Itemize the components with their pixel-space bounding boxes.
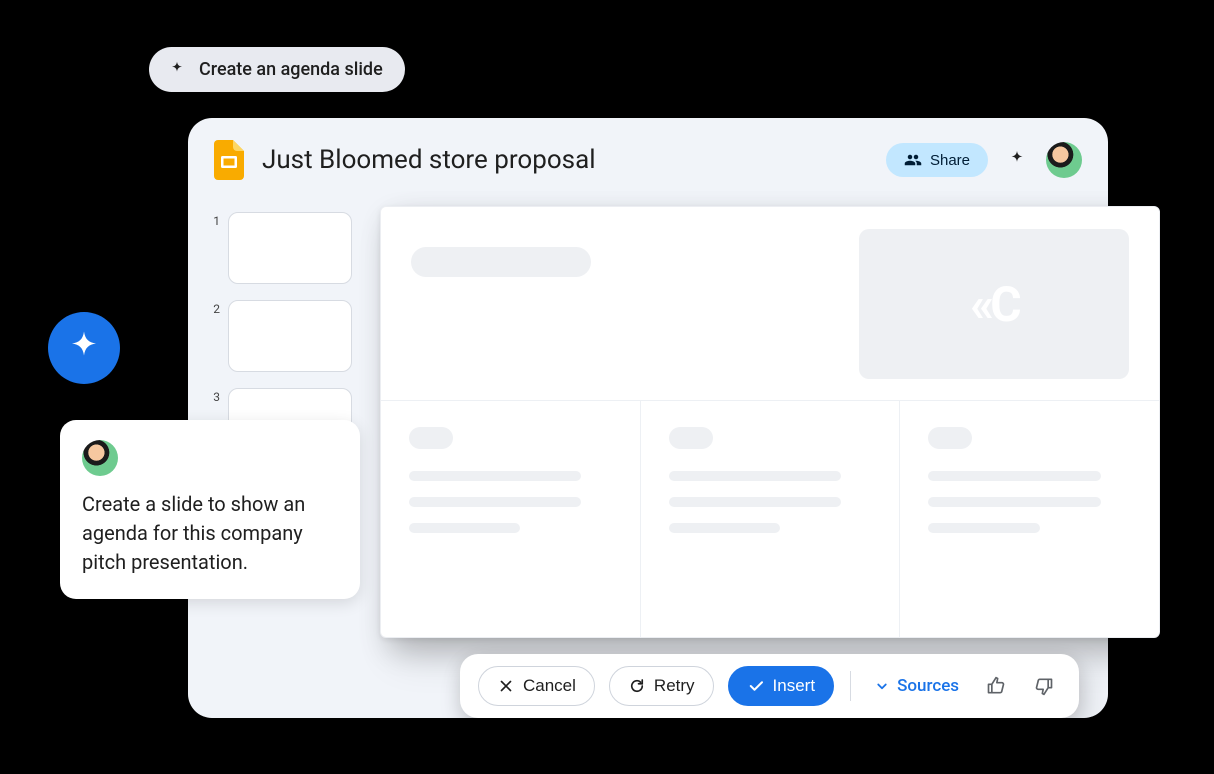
slide-thumbnail[interactable] xyxy=(228,212,352,284)
suggestion-label: Create an agenda slide xyxy=(199,59,383,80)
gemini-sparkle-icon[interactable] xyxy=(1006,149,1028,171)
user-avatar[interactable] xyxy=(1046,142,1082,178)
app-header: Just Bloomed store proposal Share xyxy=(214,140,1082,180)
retry-button[interactable]: Retry xyxy=(609,666,714,706)
suggestion-chip[interactable]: Create an agenda slide xyxy=(149,47,405,92)
placeholder-line xyxy=(669,497,841,507)
placeholder-heading xyxy=(669,427,713,449)
placeholder-title xyxy=(411,247,591,277)
thumb-number: 1 xyxy=(210,212,220,228)
placeholder-line xyxy=(669,471,841,481)
slide-header-area: «C xyxy=(381,207,1159,401)
placeholder-line xyxy=(928,523,1039,533)
placeholder-line xyxy=(928,497,1100,507)
sources-dropdown[interactable]: Sources xyxy=(867,676,965,696)
slide-column xyxy=(900,401,1159,638)
generated-slide-preview: «C xyxy=(380,206,1160,638)
prompt-card: Create a slide to show an agenda for thi… xyxy=(60,420,360,599)
insert-button[interactable]: Insert xyxy=(728,666,835,706)
placeholder-line xyxy=(409,497,581,507)
thumbs-down-icon xyxy=(1034,676,1054,696)
cancel-label: Cancel xyxy=(523,676,576,696)
placeholder-line xyxy=(409,471,581,481)
placeholder-image: «C xyxy=(859,229,1129,379)
thumbs-down-button[interactable] xyxy=(1027,669,1061,703)
share-label: Share xyxy=(930,152,970,169)
thumb-number: 2 xyxy=(210,300,220,316)
placeholder-heading xyxy=(928,427,972,449)
sparkle-icon xyxy=(167,60,187,80)
retry-label: Retry xyxy=(654,676,695,696)
separator xyxy=(850,671,851,701)
close-icon xyxy=(497,677,515,695)
slide-thumbnail[interactable] xyxy=(228,300,352,372)
chevron-down-icon xyxy=(873,677,891,695)
placeholder-line xyxy=(669,523,780,533)
thumbs-up-button[interactable] xyxy=(979,669,1013,703)
insert-label: Insert xyxy=(773,676,816,696)
check-icon xyxy=(747,677,765,695)
slide-column xyxy=(641,401,901,638)
placeholder-line xyxy=(409,523,520,533)
placeholder-heading xyxy=(409,427,453,449)
generation-action-bar: Cancel Retry Insert Sources xyxy=(460,654,1079,718)
people-icon xyxy=(904,151,922,169)
slide-columns xyxy=(381,401,1159,638)
share-button[interactable]: Share xyxy=(886,143,988,177)
cancel-button[interactable]: Cancel xyxy=(478,666,595,706)
prompt-text: Create a slide to show an agenda for thi… xyxy=(82,490,338,577)
placeholder-logo-text: «C xyxy=(970,276,1017,333)
thumb-number: 3 xyxy=(210,388,220,404)
slides-logo-icon xyxy=(214,140,244,180)
placeholder-line xyxy=(928,471,1100,481)
user-avatar-small xyxy=(82,440,118,476)
gemini-badge-icon[interactable] xyxy=(48,312,120,384)
slide-column xyxy=(381,401,641,638)
thumbs-up-icon xyxy=(986,676,1006,696)
document-title[interactable]: Just Bloomed store proposal xyxy=(262,145,868,175)
sources-label: Sources xyxy=(897,676,959,696)
retry-icon xyxy=(628,677,646,695)
